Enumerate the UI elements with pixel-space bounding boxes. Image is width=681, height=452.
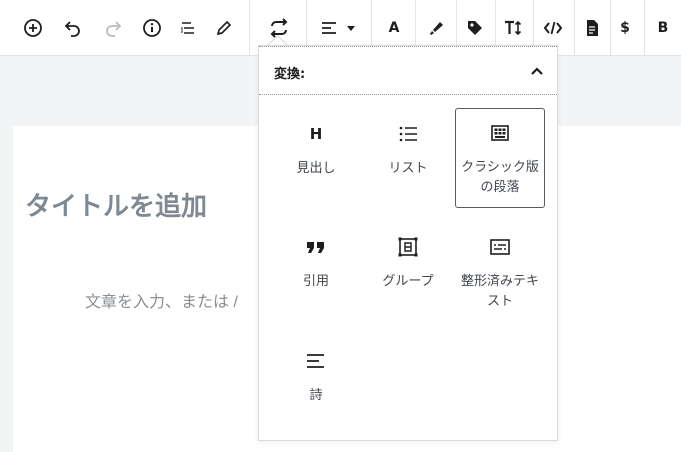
heading-icon: H <box>309 125 323 143</box>
plus-circle-icon <box>24 18 42 37</box>
undo-icon <box>64 20 80 37</box>
block-verse[interactable]: 詩 <box>271 336 361 416</box>
block-label: 整形済みテキスト <box>460 273 539 308</box>
code-icon <box>543 21 563 34</box>
block-label: 見出し <box>296 160 336 175</box>
block-preformatted[interactable]: 整形済みテキスト <box>455 222 545 322</box>
quote-icon <box>307 242 324 253</box>
text-size-icon <box>505 20 522 35</box>
preformatted-icon <box>490 239 510 255</box>
popover-header[interactable]: 変換: <box>259 46 557 95</box>
block-label: クラシック版の段落 <box>461 159 539 194</box>
info-button[interactable] <box>139 0 165 55</box>
bold-button[interactable]: B <box>650 0 676 55</box>
bold-icon: B <box>657 19 669 36</box>
classic-icon <box>491 125 509 141</box>
pencil-icon <box>216 20 232 35</box>
block-list[interactable]: リスト <box>363 109 453 209</box>
info-icon <box>143 18 161 37</box>
redo-button[interactable] <box>100 0 126 55</box>
block-label: グループ <box>382 273 434 288</box>
block-label: リスト <box>388 160 428 175</box>
transform-popover: 変換: H 見出し リスト クラシック版の段落 引用 グループ 整形済みテキスト… <box>258 45 558 441</box>
transform-icon <box>270 17 288 38</box>
tag-icon <box>468 20 482 35</box>
block-classic[interactable]: クラシック版の段落 <box>455 108 545 208</box>
popover-title: 変換: <box>274 67 306 82</box>
block-quote[interactable]: 引用 <box>271 222 361 322</box>
chevron-up-icon[interactable] <box>529 63 545 79</box>
block-label: 詩 <box>309 387 323 402</box>
document-icon <box>587 19 598 36</box>
price-button[interactable]: $ <box>612 0 638 55</box>
list-outline-icon <box>181 21 194 34</box>
letter-a-icon: A <box>388 19 400 36</box>
verse-icon <box>307 354 324 368</box>
block-heading[interactable]: H 見出し <box>271 109 361 209</box>
tools-button[interactable] <box>211 0 237 55</box>
paragraph-placeholder[interactable]: 文章を入力、または / <box>85 288 238 312</box>
highlighter-icon <box>430 21 443 35</box>
caret-down-icon <box>347 25 355 31</box>
add-block-button[interactable] <box>19 0 47 55</box>
document-button[interactable] <box>579 0 605 55</box>
redo-icon <box>106 20 122 37</box>
dollar-icon: $ <box>620 19 630 36</box>
group-icon <box>398 237 418 257</box>
block-group[interactable]: グループ <box>363 222 453 322</box>
undo-button[interactable] <box>60 0 86 55</box>
list-icon <box>399 126 417 142</box>
post-title-placeholder[interactable]: タイトルを追加 <box>25 186 207 223</box>
align-left-icon <box>322 21 336 34</box>
block-label: 引用 <box>302 273 329 288</box>
outline-button[interactable] <box>175 0 201 55</box>
